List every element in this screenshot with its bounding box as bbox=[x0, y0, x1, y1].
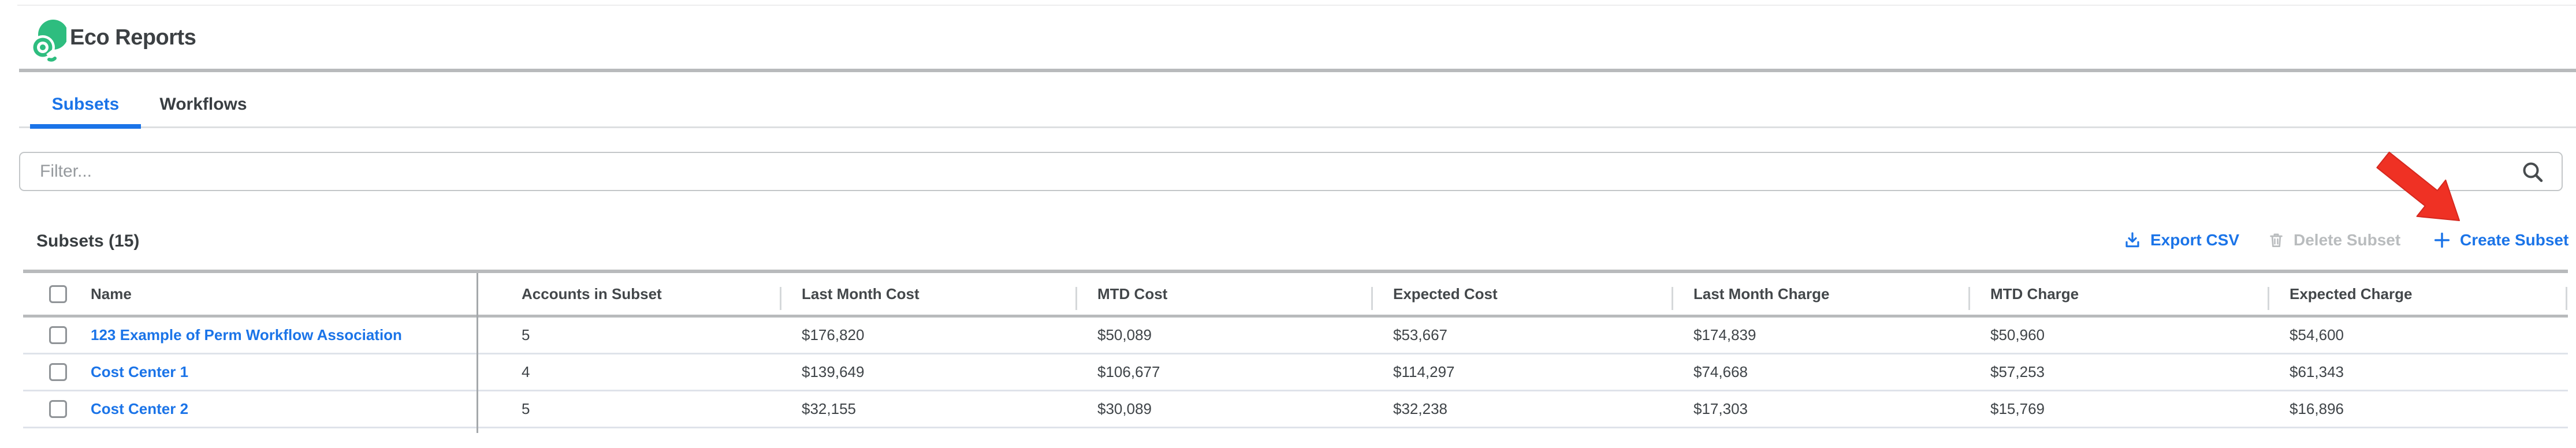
subsets-table: Name Accounts in Subset Last Month Cost … bbox=[23, 270, 2568, 428]
name-column-divider bbox=[477, 273, 478, 433]
last-month-charge-value: $17,303 bbox=[1672, 400, 1968, 418]
row-name-cell: 123 Example of Perm Workflow Association bbox=[23, 326, 500, 344]
table-row: 123 Example of Perm Workflow Association… bbox=[23, 318, 2568, 354]
expected-charge-value: $16,896 bbox=[2268, 400, 2568, 418]
tab-subsets[interactable]: Subsets bbox=[30, 91, 141, 118]
row-name-cell: Cost Center 2 bbox=[23, 400, 500, 418]
last-month-charge-value: $74,668 bbox=[1672, 363, 1968, 381]
column-header-name: Name bbox=[91, 285, 132, 303]
mtd-cost-value: $106,677 bbox=[1075, 363, 1371, 381]
plus-icon bbox=[2433, 231, 2451, 249]
column-header-mtd-cost: MTD Cost bbox=[1075, 285, 1371, 303]
header-column-divider bbox=[1075, 287, 1077, 310]
mtd-charge-value: $50,960 bbox=[1968, 326, 2268, 344]
tab-workflows[interactable]: Workflows bbox=[155, 91, 252, 118]
expected-charge-value: $61,343 bbox=[2268, 363, 2568, 381]
subset-name-link[interactable]: Cost Center 1 bbox=[91, 363, 188, 381]
mtd-charge-value: $15,769 bbox=[1968, 400, 2268, 418]
create-subset-button[interactable]: Create Subset bbox=[2433, 227, 2568, 253]
create-subset-label: Create Subset bbox=[2460, 231, 2568, 249]
header-column-divider bbox=[1672, 287, 1673, 310]
delete-subset-label: Delete Subset bbox=[2294, 231, 2400, 249]
trash-icon bbox=[2268, 232, 2285, 249]
row-checkbox[interactable] bbox=[49, 400, 67, 418]
column-header-mtd-charge: MTD Charge bbox=[1968, 285, 2268, 303]
export-csv-button[interactable]: Export CSV bbox=[2123, 227, 2239, 253]
filter-field bbox=[19, 152, 2563, 191]
last-month-cost-value: $32,155 bbox=[780, 400, 1075, 418]
search-icon bbox=[2521, 160, 2545, 185]
subsets-count-heading: Subsets (15) bbox=[36, 232, 139, 251]
page-title: Eco Reports bbox=[70, 25, 196, 50]
mtd-charge-value: $57,253 bbox=[1968, 363, 2268, 381]
filter-input[interactable] bbox=[20, 153, 2562, 190]
expected-cost-value: $53,667 bbox=[1371, 326, 1672, 344]
accounts-in-subset-value: 5 bbox=[500, 400, 780, 418]
header-column-divider bbox=[2566, 287, 2567, 310]
table-row: Cost Center 1 4 $139,649 $106,677 $114,2… bbox=[23, 354, 2568, 391]
delete-subset-button[interactable]: Delete Subset bbox=[2268, 227, 2400, 253]
accounts-in-subset-value: 4 bbox=[500, 363, 780, 381]
tab-workflows-label: Workflows bbox=[159, 95, 247, 114]
subset-name-link[interactable]: Cost Center 2 bbox=[91, 400, 188, 418]
mtd-cost-value: $50,089 bbox=[1075, 326, 1371, 344]
row-name-cell: Cost Center 1 bbox=[23, 363, 500, 381]
column-header-accounts: Accounts in Subset bbox=[500, 285, 780, 303]
header-column-divider bbox=[1371, 287, 1373, 310]
active-tab-indicator bbox=[30, 124, 141, 129]
tabs-divider bbox=[19, 126, 2576, 128]
table-row: Cost Center 2 5 $32,155 $30,089 $32,238 … bbox=[23, 391, 2568, 428]
column-header-last-month-cost: Last Month Cost bbox=[780, 285, 1075, 303]
row-checkbox[interactable] bbox=[49, 326, 67, 344]
header-column-divider bbox=[780, 287, 781, 310]
last-month-cost-value: $139,649 bbox=[780, 363, 1075, 381]
tab-subsets-label: Subsets bbox=[52, 95, 120, 114]
eco-reports-page: Eco Reports Subsets Workflows Subsets (1… bbox=[0, 0, 2576, 448]
mtd-cost-value: $30,089 bbox=[1075, 400, 1371, 418]
expected-cost-value: $32,238 bbox=[1371, 400, 1672, 418]
column-header-expected-charge: Expected Charge bbox=[2268, 285, 2568, 303]
expected-charge-value: $54,600 bbox=[2268, 326, 2568, 344]
horizontal-divider-bar bbox=[19, 69, 2576, 72]
header-column-divider bbox=[1968, 287, 1970, 310]
header-column-divider bbox=[2268, 287, 2269, 310]
eco-reports-logo-icon bbox=[32, 19, 66, 62]
table-header-row: Name Accounts in Subset Last Month Cost … bbox=[23, 273, 2568, 315]
last-month-charge-value: $174,839 bbox=[1672, 326, 1968, 344]
header-cell-name: Name bbox=[23, 285, 500, 303]
export-csv-label: Export CSV bbox=[2150, 231, 2239, 249]
row-checkbox[interactable] bbox=[49, 363, 67, 381]
expected-cost-value: $114,297 bbox=[1371, 363, 1672, 381]
column-header-expected-cost: Expected Cost bbox=[1371, 285, 1672, 303]
top-hairline bbox=[17, 5, 2576, 6]
download-icon bbox=[2123, 231, 2142, 249]
subset-name-link[interactable]: 123 Example of Perm Workflow Association bbox=[91, 326, 402, 344]
accounts-in-subset-value: 5 bbox=[500, 326, 780, 344]
last-month-cost-value: $176,820 bbox=[780, 326, 1075, 344]
select-all-checkbox[interactable] bbox=[49, 285, 67, 303]
column-header-last-month-charge: Last Month Charge bbox=[1672, 285, 1968, 303]
